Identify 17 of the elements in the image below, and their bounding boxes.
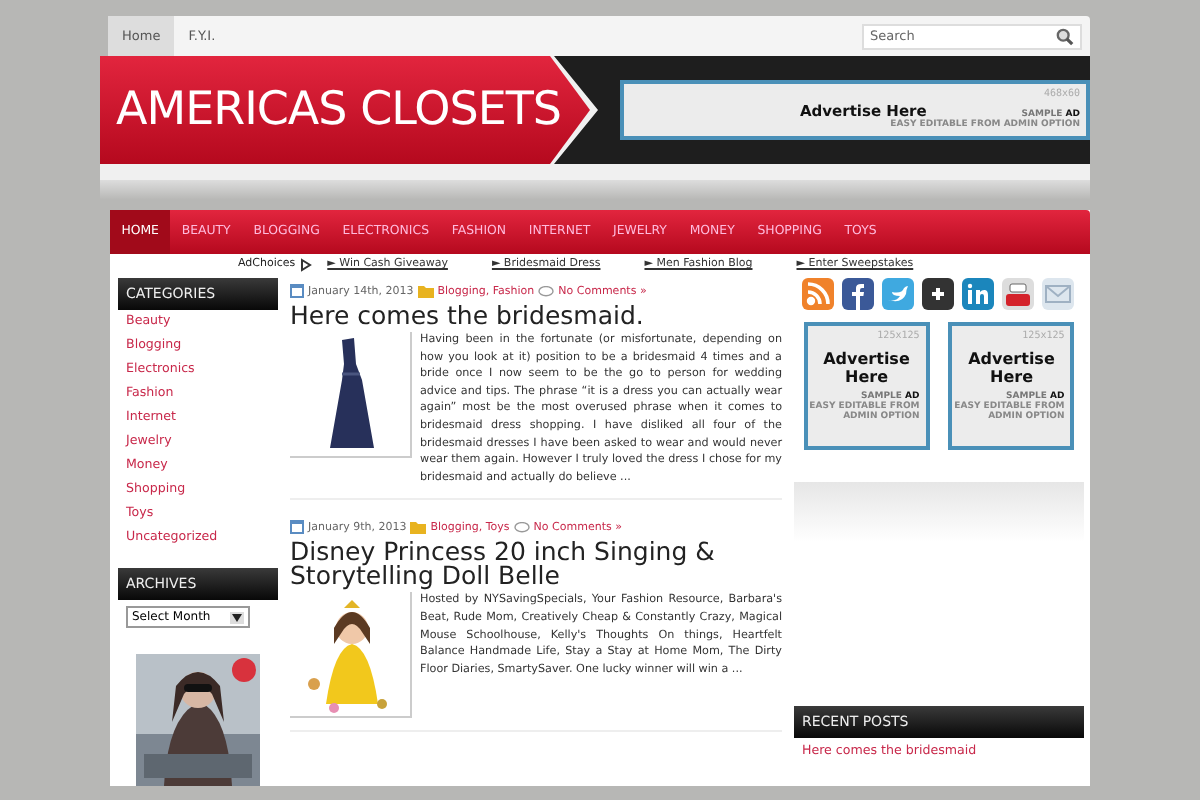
folder-icon [417,285,434,297]
facebook-icon[interactable] [842,278,874,310]
comment-icon [513,521,530,534]
ad-title: Advertise Here [967,350,1056,386]
site-title[interactable]: AMERICAS CLOSETS [116,84,562,136]
ad-title: Advertise Here [822,350,911,386]
caret-icon [232,613,242,621]
play-icon [299,257,312,271]
search-icon[interactable] [1056,27,1074,45]
google-plus-icon[interactable] [922,278,954,310]
linkedin-icon[interactable] [962,278,994,310]
calendar-icon [290,520,304,535]
comment-icon [538,285,555,297]
calendar-icon [290,284,304,298]
post-title[interactable]: Disney Princess 20 inch Singing & Storytelling Doll Belle [290,540,782,589]
folder-icon [410,521,427,534]
post-title[interactable]: Here comes the bridesmaid. [290,304,782,328]
